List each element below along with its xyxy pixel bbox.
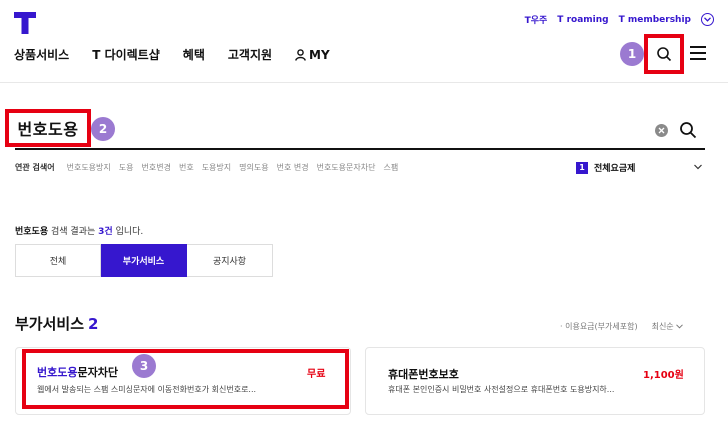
nav-item-my[interactable]: MY bbox=[295, 46, 330, 63]
card-description: 웹에서 발송되는 스팸 스미싱문자에 이동전화번호가 회신번호로... bbox=[37, 385, 257, 394]
result-tabs: 전체 부가서비스 공지사항 bbox=[15, 244, 273, 277]
sort-area: · 이용요금(부가세포함) 최신순 bbox=[560, 321, 683, 332]
top-links: T우주 T roaming T membership bbox=[525, 13, 714, 26]
card-title[interactable]: 휴대폰번호보호 bbox=[388, 366, 459, 382]
main-nav: 상품서비스 T 다이렉트샵 혜택 고객지원 MY bbox=[14, 46, 353, 63]
nav-item-products[interactable]: 상품서비스 bbox=[14, 46, 69, 63]
chevron-down-icon[interactable] bbox=[693, 162, 703, 172]
sort-dropdown[interactable]: 최신순 bbox=[652, 321, 683, 332]
card-title[interactable]: 번호도용문자차단 bbox=[37, 364, 118, 380]
summary-text-1: 검색 결과는 bbox=[51, 227, 96, 237]
tab-notices[interactable]: 공지사항 bbox=[187, 244, 273, 277]
fee-label: · 이용요금(부가세포함) bbox=[560, 322, 638, 331]
chevron-down-icon bbox=[675, 324, 683, 329]
header-divider bbox=[0, 82, 728, 83]
marker-2: 2 bbox=[91, 117, 115, 141]
related-item[interactable]: 도용 bbox=[119, 162, 134, 173]
related-label: 연관 검색어 bbox=[15, 163, 55, 172]
section-count: 2 bbox=[88, 315, 99, 333]
related-item[interactable]: 번호 변경 bbox=[277, 162, 309, 173]
top-link-tuju[interactable]: T우주 bbox=[525, 13, 548, 26]
section-title-text: 부가서비스 bbox=[15, 315, 85, 333]
card-title-rest: 문자차단 bbox=[77, 366, 118, 379]
marker-3: 3 bbox=[132, 354, 156, 378]
search-icon bbox=[657, 47, 672, 62]
user-icon bbox=[295, 48, 306, 61]
search-button[interactable] bbox=[644, 34, 684, 74]
clear-icon[interactable] bbox=[655, 124, 668, 137]
summary-text-2: 입니다. bbox=[115, 227, 144, 237]
related-item[interactable]: 번호도용문자차단 bbox=[317, 162, 376, 173]
card-title-highlight: 번호도용 bbox=[37, 366, 78, 379]
section-title: 부가서비스 2 bbox=[15, 313, 98, 334]
nav-item-benefits[interactable]: 혜택 bbox=[183, 46, 205, 63]
marker-1: 1 bbox=[620, 42, 644, 66]
plan-name: 전체요금제 bbox=[594, 164, 636, 174]
t-logo-icon[interactable] bbox=[14, 12, 36, 34]
tab-all[interactable]: 전체 bbox=[15, 244, 101, 277]
sort-label: 최신순 bbox=[651, 322, 674, 331]
chevron-down-icon[interactable] bbox=[701, 13, 714, 26]
nav-item-tdirect[interactable]: T 다이렉트샵 bbox=[92, 46, 160, 63]
result-summary: 번호도용 검색 결과는 3건 입니다. bbox=[15, 224, 143, 237]
card-description: 휴대폰 본인인증시 비밀번호 사전설정으로 휴대폰번호 도용방지하... bbox=[388, 385, 615, 394]
nav-item-my-label: MY bbox=[309, 47, 330, 62]
menu-icon[interactable] bbox=[690, 46, 706, 60]
top-link-troaming[interactable]: T roaming bbox=[557, 15, 608, 25]
tab-addon-services[interactable]: 부가서비스 bbox=[101, 244, 187, 277]
card-price: 무료 bbox=[307, 369, 326, 380]
related-item[interactable]: 명의도용 bbox=[239, 162, 268, 173]
search-query-input[interactable]: 번호도용 bbox=[5, 109, 91, 147]
summary-count: 3건 bbox=[98, 227, 113, 237]
related-keywords: 연관 검색어 번호도용방지 도용 번호변경 번호 도용방지 명의도용 번호 변경… bbox=[15, 162, 406, 173]
search-icon[interactable] bbox=[679, 121, 697, 139]
top-link-tmembership[interactable]: T membership bbox=[619, 15, 691, 25]
popular-plan[interactable]: 1 전체요금제 bbox=[576, 161, 635, 174]
search-underline bbox=[15, 148, 705, 150]
nav-item-support[interactable]: 고객지원 bbox=[228, 46, 272, 63]
summary-keyword: 번호도용 bbox=[15, 227, 49, 237]
plan-rank-badge: 1 bbox=[576, 161, 588, 174]
related-item[interactable]: 번호 bbox=[179, 162, 194, 173]
card-price: 1,100원 bbox=[643, 370, 684, 381]
related-item[interactable]: 스팸 bbox=[383, 162, 398, 173]
related-item[interactable]: 도용방지 bbox=[202, 162, 231, 173]
related-item[interactable]: 번호도용방지 bbox=[67, 162, 111, 173]
related-item[interactable]: 번호변경 bbox=[142, 162, 171, 173]
